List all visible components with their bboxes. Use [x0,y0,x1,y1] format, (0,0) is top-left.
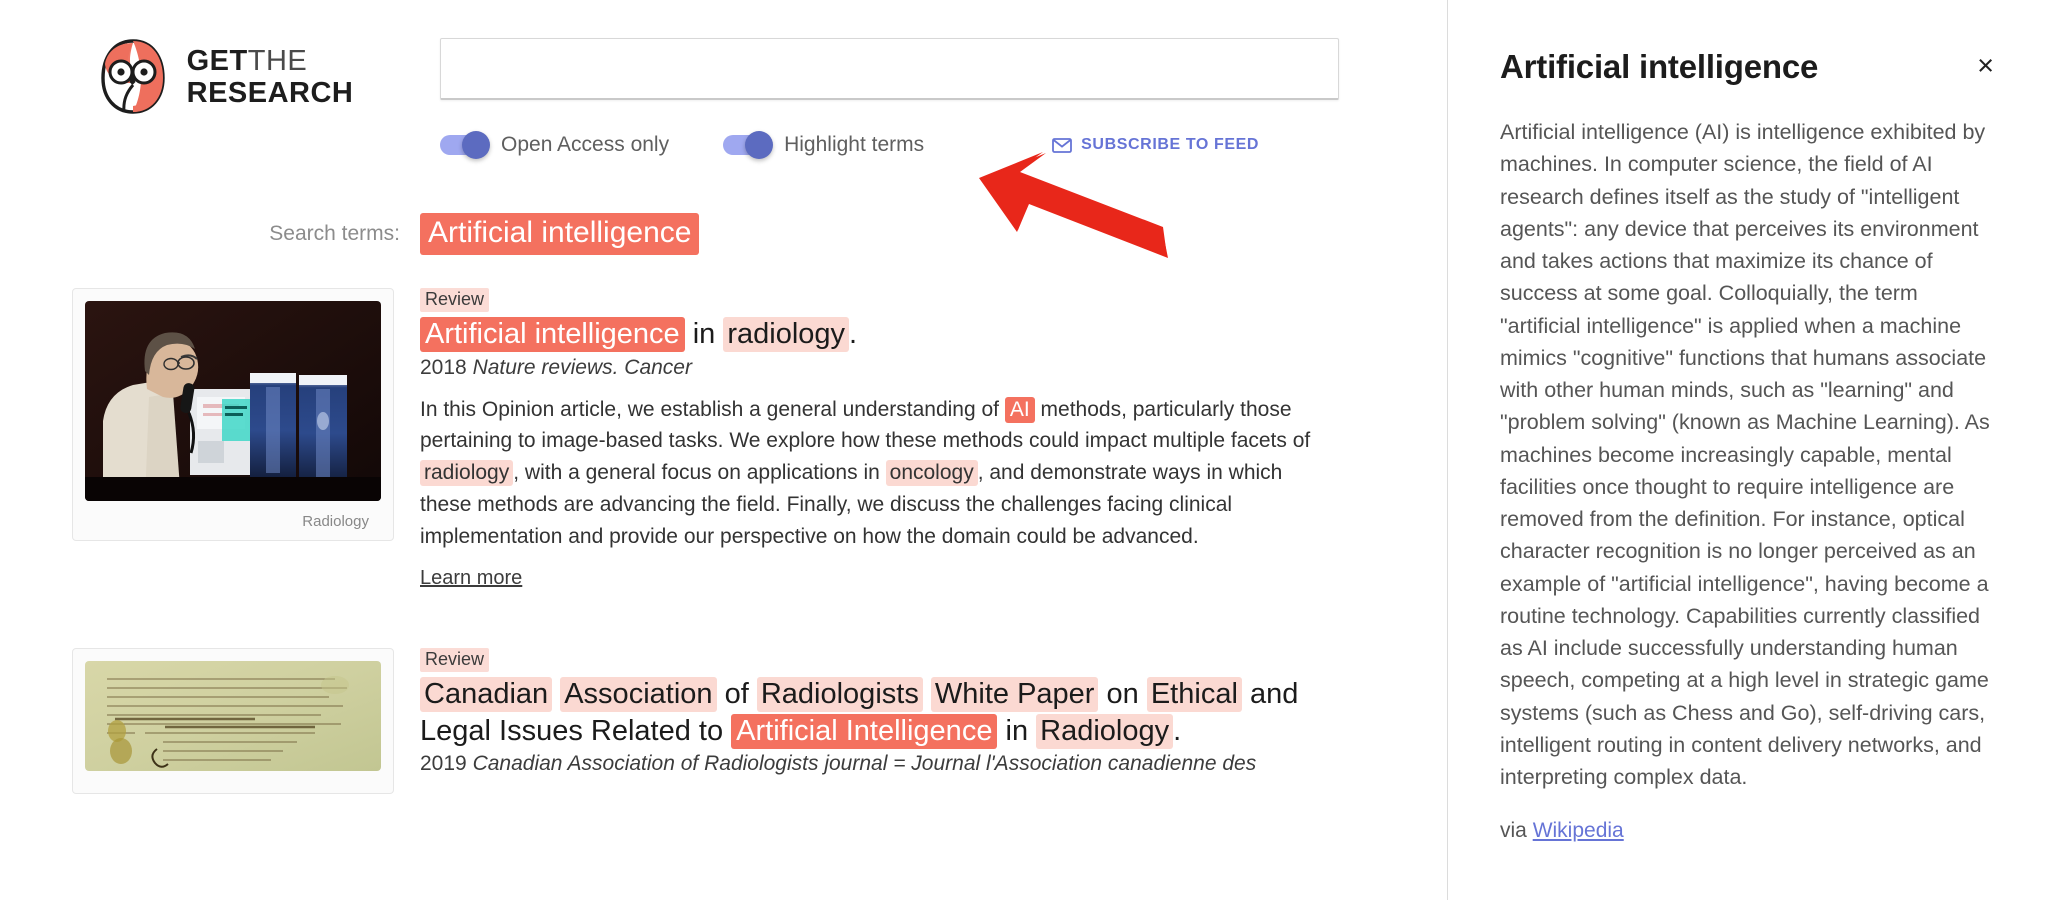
sidebar-header: Artificial intelligence × [1500,48,1996,86]
open-access-switch-knob [462,131,490,159]
open-access-label: Open Access only [501,133,670,156]
result-meta: 2019 Canadian Association of Radiologist… [420,752,1337,776]
open-access-toggle[interactable]: Open Access only [440,131,670,159]
subscribe-to-feed-link[interactable]: SUBSCRIBE TO FEED [1052,136,1259,154]
result-body: Review Canadian Association of Radiologi… [420,648,1447,790]
learn-more-link[interactable]: Learn more [420,567,522,590]
result-year: 2019 [420,752,467,776]
old-manuscript-parchment-image [85,661,381,772]
highlight-terms-toggle[interactable]: Highlight terms [723,131,925,159]
result-meta: 2018 Nature reviews. Cancer [420,356,1337,380]
sidebar-definition-text: Artificial intelligence (AI) is intellig… [1500,120,1990,789]
thumbnail-frame[interactable]: Radiology [72,288,394,541]
close-icon[interactable]: × [1975,48,1996,85]
result-item: Review Canadian Association of Radiologi… [0,648,1447,795]
highlight-terms-label: Highlight terms [784,133,925,156]
result-title[interactable]: Canadian Association of Radiologists Whi… [420,676,1337,749]
result-thumbnail-column [0,648,420,795]
result-item: Radiology Review Artificial intelligence… [0,288,1447,590]
highlight-terms-switch-knob [745,131,774,159]
result-thumbnail-column: Radiology [0,288,420,541]
highlight-terms-switch-track[interactable] [723,131,774,159]
result-type-badge: Review [420,648,490,673]
search-terms-label: Search terms: [269,222,400,245]
app-root: GETTHE RESEARCH Open Access only Highlig… [0,0,2048,900]
result-year: 2018 [420,355,467,379]
search-input[interactable] [440,38,1339,100]
brand-line1-light: THE [247,44,308,77]
sidebar-attribution: via Wikipedia [1500,819,1996,843]
result-type-badge: Review [420,288,490,312]
result-body: Review Artificial intelligence in radiol… [420,288,1447,590]
brand-line1-bold: GET [186,44,248,77]
brand-wordmark: GETTHE RESEARCH [187,45,354,110]
subscribe-label: SUBSCRIBE TO FEED [1081,136,1260,153]
via-prefix: via [1500,819,1533,843]
main-content-column: GETTHE RESEARCH Open Access only Highlig… [0,0,1447,900]
brand-logo[interactable]: GETTHE RESEARCH [0,38,440,116]
envelope-icon [1052,137,1073,153]
results-list: Radiology Review Artificial intelligence… [0,288,1447,795]
result-journal: Nature reviews. Cancer [472,355,692,379]
search-terms-row: Search terms: Artificial intelligence [0,212,1447,256]
thumbnail-caption: Radiology [302,513,369,530]
header: GETTHE RESEARCH Open Access only Highlig… [0,0,1447,164]
thumbnail-frame[interactable] [72,648,394,795]
wikipedia-link[interactable]: Wikipedia [1533,819,1624,842]
radiologist-at-workstation-image [85,301,381,501]
brand-line2: RESEARCH [186,77,354,109]
search-term-chip[interactable]: Artificial intelligence [420,212,700,256]
result-abstract: In this Opinion article, we establish a … [420,396,1311,549]
result-journal: Canadian Association of Radiologists jou… [472,752,1257,776]
sidebar-title: Artificial intelligence [1500,48,1819,85]
owl-logo-icon [97,38,169,116]
definition-sidebar: Artificial intelligence × Artificial int… [1448,0,2048,900]
open-access-switch-track[interactable] [440,131,490,159]
result-title[interactable]: Artificial intelligence in radiology. [420,316,1337,353]
search-controls: Open Access only Highlight terms SUBSCRI… [440,126,1339,164]
search-column: Open Access only Highlight terms SUBSCRI… [440,38,1447,164]
